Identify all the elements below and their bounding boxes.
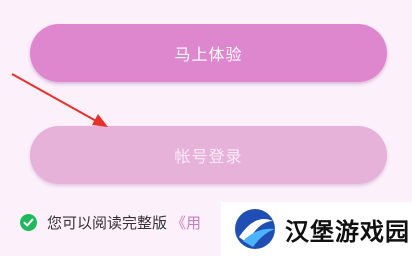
check-icon[interactable] xyxy=(20,213,37,231)
try-now-label: 马上体验 xyxy=(174,45,243,64)
account-login-button[interactable]: 帐号登录 xyxy=(30,126,387,184)
try-now-button[interactable]: 马上体验 xyxy=(30,24,387,82)
hanbao-logo-icon xyxy=(235,209,275,249)
agreement-text: 您可以阅读完整版 xyxy=(47,213,168,232)
account-login-label: 帐号登录 xyxy=(174,147,243,166)
user-agreement-link[interactable]: 《用 xyxy=(171,212,201,233)
watermark: 汉堡游戏园 xyxy=(221,202,412,256)
agreement-row: 您可以阅读完整版 《用 xyxy=(20,210,201,234)
watermark-text: 汉堡游戏园 xyxy=(285,216,410,246)
